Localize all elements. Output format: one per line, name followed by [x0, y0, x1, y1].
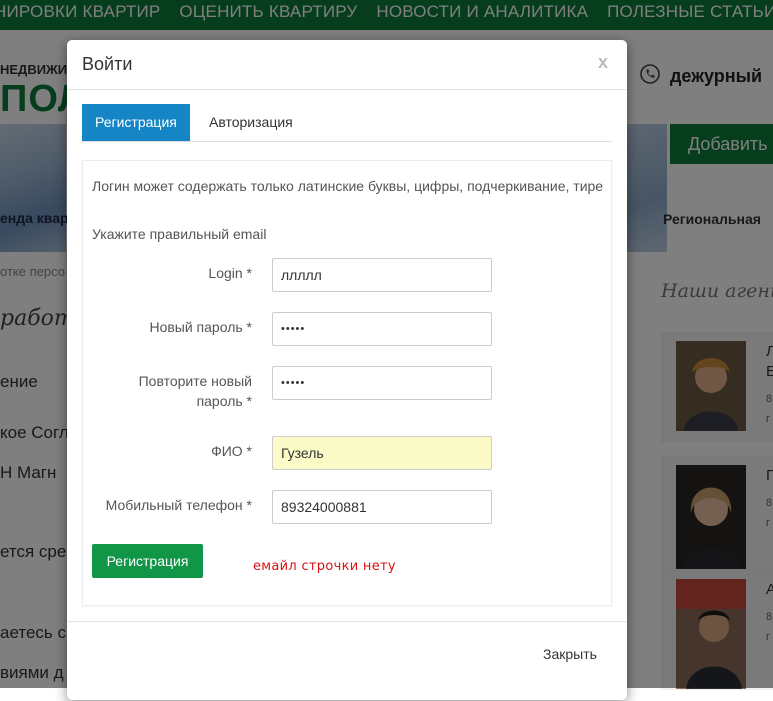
fio-label: ФИО *	[211, 443, 252, 459]
new-password-label: Новый пароль *	[149, 319, 252, 335]
phone-field[interactable]: 89324000881	[272, 490, 492, 524]
tab-authorization[interactable]: Авторизация	[196, 104, 306, 141]
tab-registration[interactable]: Регистрация	[82, 104, 190, 141]
modal-title: Войти	[82, 54, 133, 74]
modal-footer: Закрыть	[67, 621, 627, 701]
login-field[interactable]: ллллл	[272, 258, 492, 292]
repeat-password-field[interactable]: •••••	[272, 366, 492, 400]
handwritten-annotation: емайл строчки нету	[253, 559, 396, 574]
new-password-field[interactable]: •••••	[272, 312, 492, 346]
register-button[interactable]: Регистрация	[92, 544, 203, 578]
repeat-password-label: Повторите новый пароль *	[138, 373, 252, 409]
close-button[interactable]: Закрыть	[543, 646, 597, 662]
modal-header: Войти x	[67, 40, 627, 90]
login-modal: Войти x Регистрация Авторизация Логин мо…	[67, 40, 627, 700]
phone-label: Мобильный телефон *	[105, 497, 252, 513]
fio-field[interactable]: Гузель	[272, 436, 492, 470]
email-error-message: Укажите правильный email	[92, 226, 267, 242]
login-rules-message: Логин может содержать только латинские б…	[92, 178, 604, 194]
close-icon[interactable]: x	[598, 52, 608, 73]
auth-tabs: Регистрация Авторизация	[82, 104, 612, 142]
login-label: Login *	[208, 265, 252, 281]
